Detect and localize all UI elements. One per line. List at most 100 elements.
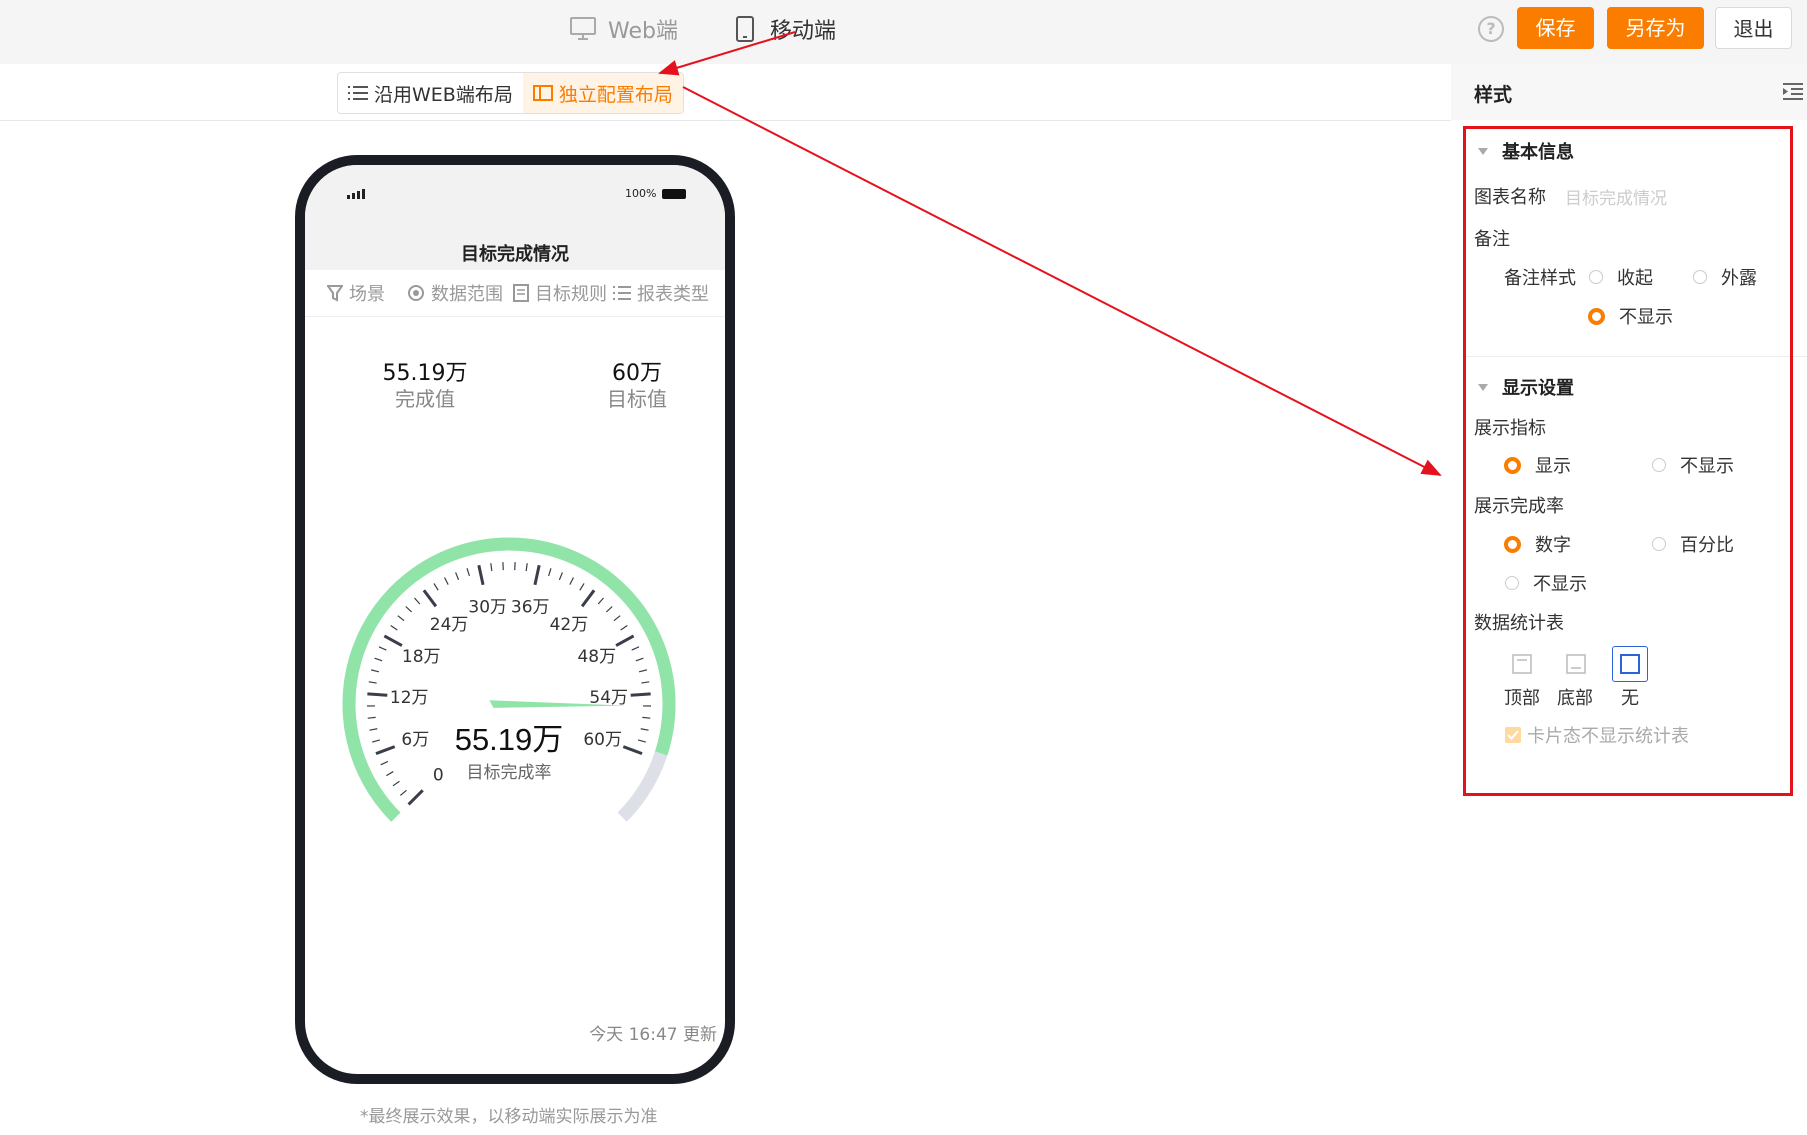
panel-title: 样式: [1474, 84, 1513, 106]
list-icon: [348, 85, 368, 101]
target-icon: [407, 284, 425, 302]
gauge-major-tick: [580, 589, 596, 608]
mobile-icon: [732, 16, 758, 42]
filter-label: 数据范围: [431, 284, 503, 305]
filter-label: 场景: [349, 284, 385, 305]
gauge-minor-tick: [620, 625, 628, 631]
kpi-target-label: 目标值: [607, 387, 667, 411]
gauge-minor-tick: [597, 597, 604, 605]
preview-footnote: *最终展示效果，以移动端实际展示为准: [360, 1107, 658, 1127]
kpi-completed-label: 完成值: [395, 387, 455, 411]
document-icon: [513, 284, 529, 302]
independent-layout-option[interactable]: 独立配置布局: [522, 73, 683, 113]
save-button[interactable]: 保存: [1517, 7, 1594, 49]
filter-label: 目标规则: [535, 284, 607, 305]
gauge-minor-tick: [369, 728, 378, 731]
gauge-minor-tick: [637, 739, 646, 743]
filter-bar: 场景 数据范围 目标规则 报表类型: [305, 270, 725, 317]
gauge-minor-tick: [367, 716, 376, 719]
gauge-minor-tick: [397, 615, 405, 622]
gauge-minor-tick: [642, 716, 651, 719]
gauge-minor-tick: [635, 657, 644, 662]
gauge-major-tick: [615, 634, 635, 647]
filter-target-rule[interactable]: 目标规则: [513, 280, 607, 306]
gauge-minor-tick: [606, 606, 613, 613]
gauge-major-tick: [622, 745, 643, 756]
kpi-target: 60万 目标值: [557, 361, 717, 411]
gauge-major-tick: [477, 564, 485, 586]
gauge-minor-tick: [640, 728, 649, 731]
kpi-target-value: 60万: [612, 361, 662, 386]
arrow-to-panel: [682, 86, 1442, 476]
mobile-tab-label: 移动端: [770, 19, 837, 44]
inherit-layout-label: 沿用WEB端布局: [374, 83, 513, 106]
gauge-tick-label: 0: [433, 766, 444, 786]
divider: [0, 120, 1451, 121]
gauge-tick-labels: 06万12万18万24万30万 36万42万48万54万60万: [390, 597, 628, 785]
gauge-tick-label: 12万: [390, 688, 429, 708]
gauge-tick-label: 18万: [402, 647, 441, 667]
gauge-major-tick: [375, 745, 396, 756]
gauge-major-tick: [422, 589, 438, 608]
gauge-minor-tick: [641, 681, 650, 684]
gauge-minor-tick: [443, 577, 449, 585]
gauge-major-tick: [367, 692, 388, 697]
gauge-minor-tick: [392, 780, 400, 787]
layout-toggle: 沿用WEB端布局 独立配置布局: [337, 72, 684, 114]
filter-report-type[interactable]: 报表类型: [613, 280, 709, 306]
battery-level: 100%: [625, 187, 657, 200]
gauge-minor-tick: [368, 681, 377, 684]
update-time: 今天 16:47 更新: [589, 1025, 717, 1045]
mobile-mode-tab[interactable]: 移动端: [732, 14, 836, 44]
gauge-tick-label: 60万: [583, 730, 622, 750]
top-bar: Web端 移动端 ? 保存 另存为 退出: [0, 0, 1807, 64]
layout-icon: [532, 85, 553, 101]
signal-icon: [347, 189, 365, 199]
gauge-chart: 06万12万18万24万30万 36万42万48万54万60万 55.19万 目标…: [342, 537, 676, 822]
collapse-panel-icon[interactable]: [1783, 82, 1803, 104]
filter-scene[interactable]: 场景: [327, 280, 385, 306]
gauge-minor-tick: [378, 646, 387, 651]
gauge-major-tick: [383, 634, 403, 647]
gauge-minor-tick: [579, 583, 585, 591]
gauge-minor-tick: [569, 577, 575, 585]
gauge-tick-label: 48万: [577, 647, 616, 667]
inherit-web-layout-option[interactable]: 沿用WEB端布局: [338, 73, 523, 113]
gauge-minor-tick: [371, 669, 380, 673]
gauge-tick-label: 24万: [430, 615, 469, 635]
gauge-major-tick: [407, 789, 424, 806]
help-icon[interactable]: ?: [1478, 16, 1504, 42]
gauge-minor-tick: [374, 657, 383, 662]
gauge-minor-tick: [433, 583, 439, 591]
gauge-minor-tick: [466, 568, 470, 577]
gauge-minor-tick: [405, 606, 412, 613]
mobile-preview: 100% 目标完成情况 场景 数据范围 目标规则 报表类型 55.19万 完成值…: [295, 155, 735, 1084]
gauge-minor-tick: [631, 646, 640, 651]
gauge-minor-tick: [490, 563, 493, 572]
filter-data-range[interactable]: 数据范围: [407, 280, 503, 306]
gauge-tick-label: 36万: [511, 597, 550, 617]
web-tab-label: Web端: [608, 19, 678, 44]
save-as-button[interactable]: 另存为: [1607, 7, 1704, 49]
funnel-icon: [327, 284, 343, 302]
gauge-minor-tick: [525, 563, 528, 572]
gauge-minor-tick: [390, 625, 398, 631]
list-icon: [613, 285, 631, 301]
kpi-completed: 55.19万 完成值: [345, 361, 505, 411]
gauge-tick-label: 30万: [468, 597, 507, 617]
gauge-minor-tick: [638, 669, 647, 673]
filter-label: 报表类型: [637, 284, 709, 305]
highlight-box: [1463, 126, 1793, 796]
gauge-minor-tick: [548, 568, 552, 577]
battery-icon: [662, 188, 687, 199]
gauge-major-tick: [630, 692, 651, 697]
exit-button[interactable]: 退出: [1715, 7, 1792, 49]
gauge-minor-tick: [399, 789, 407, 796]
gauge-tick-label: 42万: [550, 615, 589, 635]
independent-layout-label: 独立配置布局: [558, 83, 673, 106]
gauge-minor-tick: [386, 771, 394, 777]
gauge-minor-tick: [380, 760, 389, 766]
web-mode-tab[interactable]: Web端: [570, 14, 678, 44]
monitor-icon: [570, 16, 596, 42]
gauge-minor-tick: [558, 572, 563, 581]
